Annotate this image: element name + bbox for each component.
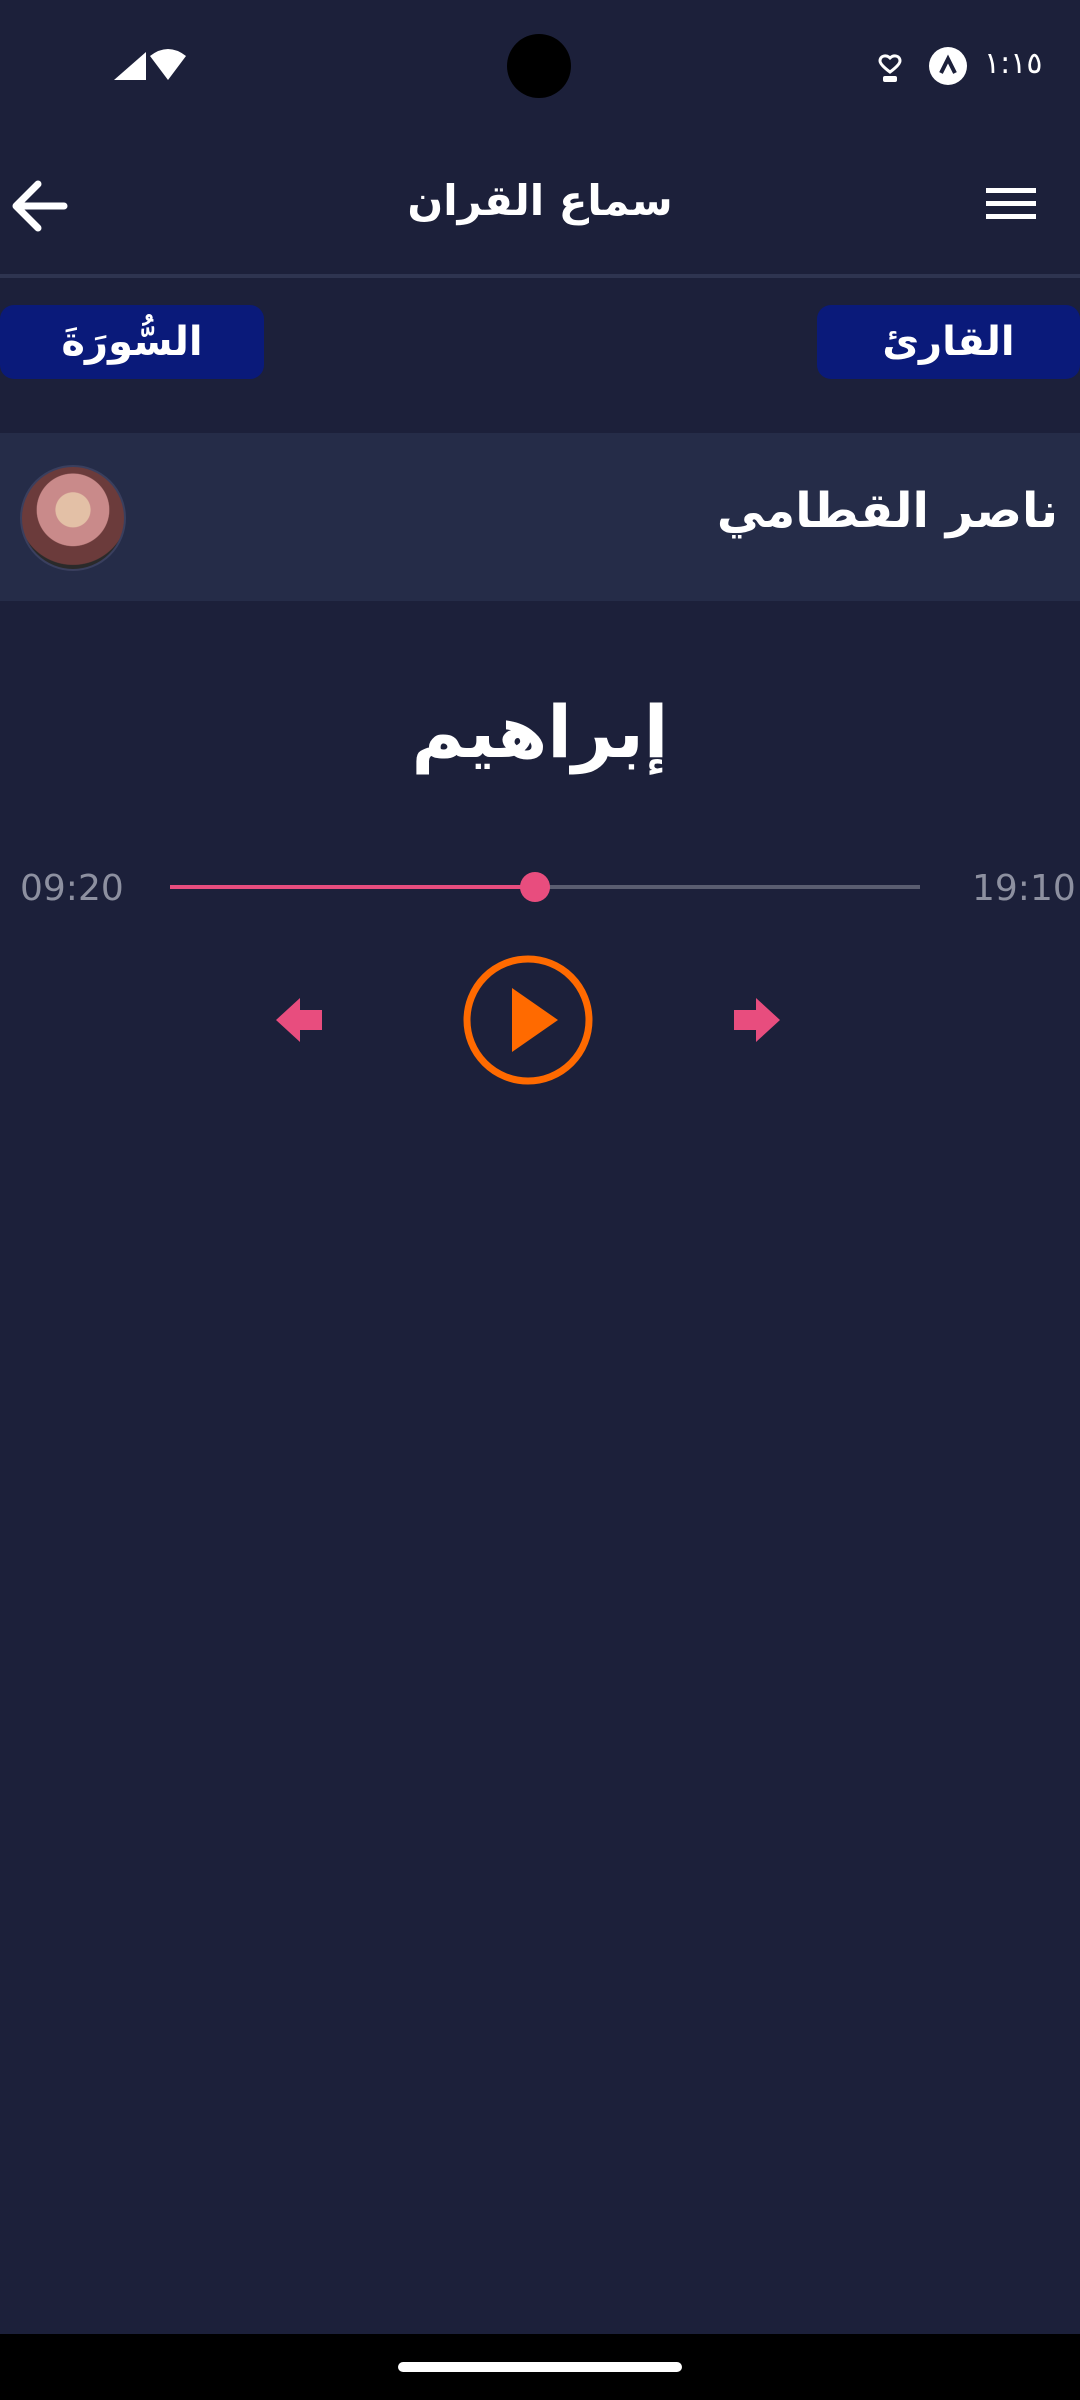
progress-slider[interactable] [170,872,920,902]
account-icon [929,47,967,85]
app-bar: سماع القران [0,130,1080,278]
reciter-avatar [20,465,126,571]
elapsed-time: 09:20 [20,868,124,909]
hamburger-menu-icon[interactable] [986,184,1036,224]
progress-thumb[interactable] [520,872,551,902]
previous-arrow-icon[interactable] [274,994,326,1046]
play-icon[interactable] [462,954,594,1086]
surah-title: إبراهيم [411,690,669,774]
duration-time: 19:10 [972,868,1076,909]
status-time: ١:١٥ [984,46,1043,81]
signal-icon [114,52,146,80]
wifi-icon [150,49,186,80]
system-nav-bar [0,2334,1080,2400]
status-bar: ١:١٥ [0,0,1080,130]
next-arrow-icon[interactable] [730,994,782,1046]
home-gesture-handle[interactable] [398,2362,682,2372]
surah-select-button[interactable]: السُّورَةَ [0,305,264,379]
reciter-select-button[interactable]: القارئ [817,305,1080,379]
progress-fill [170,885,536,889]
front-camera [507,34,571,98]
health-icon [878,54,902,82]
quran-player-screen: ١:١٥ سماع القران السُّورَةَ القارئ ناصر … [0,0,1080,2400]
page-title: سماع القران [407,176,673,225]
reciter-row[interactable]: ناصر القطامي [0,433,1080,601]
reciter-name: ناصر القطامي [716,483,1058,539]
